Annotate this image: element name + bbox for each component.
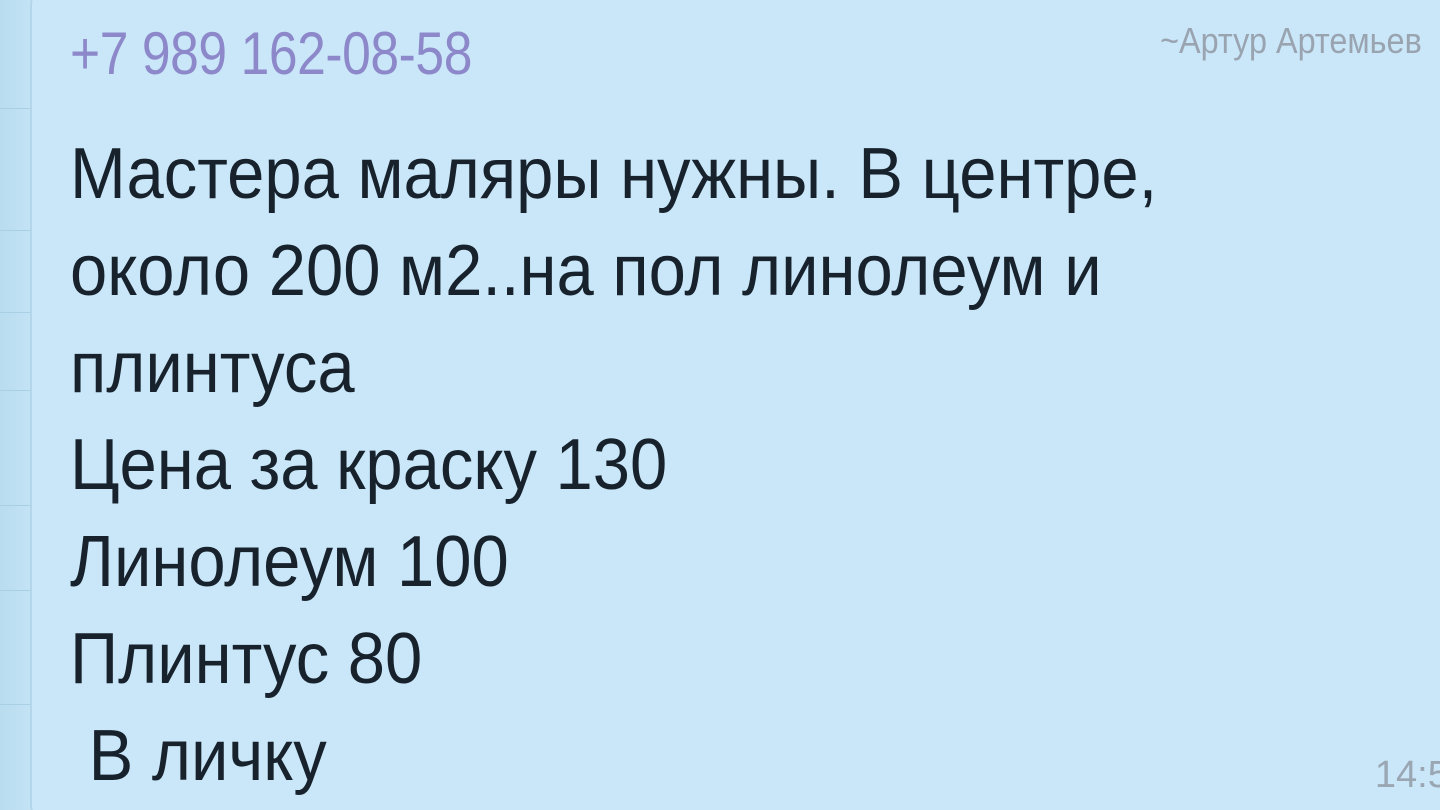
message-line: плинтуса (70, 328, 355, 408)
message-line: В личку (70, 716, 327, 796)
message-line: около 200 м2..на пол линолеум и (70, 231, 1102, 311)
wallpaper-pattern (0, 704, 34, 705)
message-line: Линолеум 100 (70, 522, 509, 602)
wallpaper-pattern (0, 108, 34, 109)
sender-phone[interactable]: +7 989 162-08-58 (70, 14, 472, 94)
message-text[interactable]: Мастера маляры нужны. В центре, около 20… (70, 126, 1410, 805)
wallpaper-pattern (0, 390, 34, 391)
wallpaper-pattern (0, 312, 34, 313)
wallpaper-pattern (0, 230, 34, 231)
sender-name[interactable]: ~Артур Артемьев (1160, 16, 1422, 66)
wallpaper-pattern (0, 505, 34, 506)
message-line: Мастера маляры нужны. В центре, (70, 134, 1158, 214)
message-line: Цена за краску 130 (70, 425, 668, 505)
message-line: Плинтус 80 (70, 619, 423, 699)
wallpaper-pattern (0, 590, 34, 591)
message-timestamp: 14:53 (1374, 754, 1440, 796)
chat-screen: +7 989 162-08-58 ~Артур Артемьев Мастера… (0, 0, 1440, 810)
